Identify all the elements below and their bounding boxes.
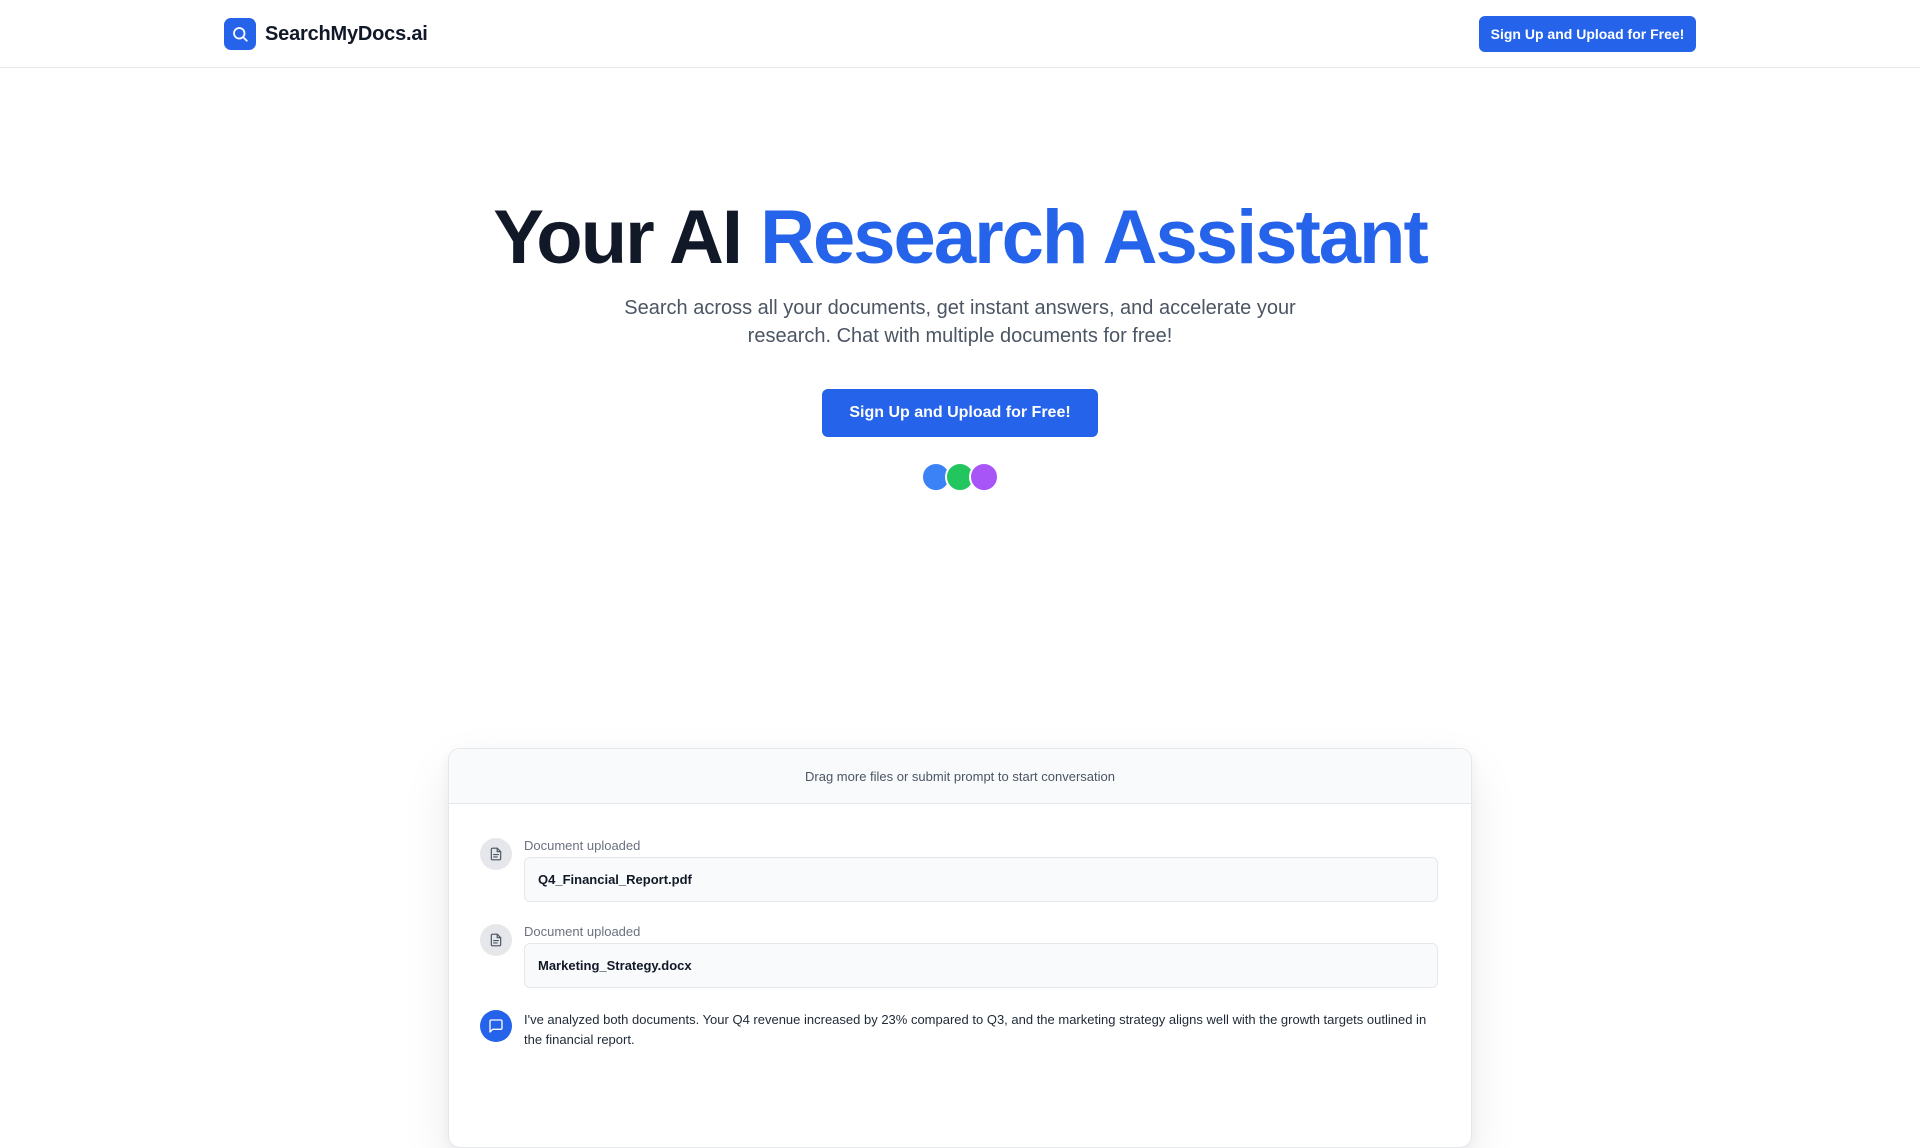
message-label: Document uploaded — [524, 838, 641, 853]
hero-title: Your AI Research Assistant — [0, 192, 1920, 284]
chat-bubble-icon — [480, 1010, 512, 1042]
drop-zone-hint[interactable]: Drag more files or submit prompt to star… — [449, 749, 1471, 804]
search-icon — [224, 18, 256, 50]
brand-name: SearchMyDocs.ai — [265, 22, 428, 45]
uploaded-file-name[interactable]: Q4_Financial_Report.pdf — [524, 857, 1438, 902]
chat-demo-panel[interactable]: Drag more files or submit prompt to star… — [448, 748, 1472, 1148]
hero-signup-button[interactable]: Sign Up and Upload for Free! — [822, 389, 1098, 437]
avatar-dot-purple — [969, 462, 999, 492]
brand-logo-link[interactable]: SearchMyDocs.ai — [224, 18, 428, 50]
uploaded-file-name[interactable]: Marketing_Strategy.docx — [524, 943, 1438, 988]
header-signup-button[interactable]: Sign Up and Upload for Free! — [1479, 16, 1696, 52]
message-label: Document uploaded — [524, 924, 641, 939]
assistant-reply-text: I've analyzed both documents. Your Q4 re… — [524, 1012, 1427, 1047]
hero-title-part1: Your AI — [493, 195, 743, 280]
hero-title-accent: Research Assistant — [760, 195, 1429, 280]
top-navigation-bar: SearchMyDocs.ai Sign Up and Upload for F… — [0, 0, 1920, 68]
user-avatar-stack — [921, 462, 1001, 492]
hero-subtitle: Search across all your documents, get in… — [624, 297, 1296, 347]
document-icon — [480, 838, 512, 870]
document-icon — [480, 924, 512, 956]
